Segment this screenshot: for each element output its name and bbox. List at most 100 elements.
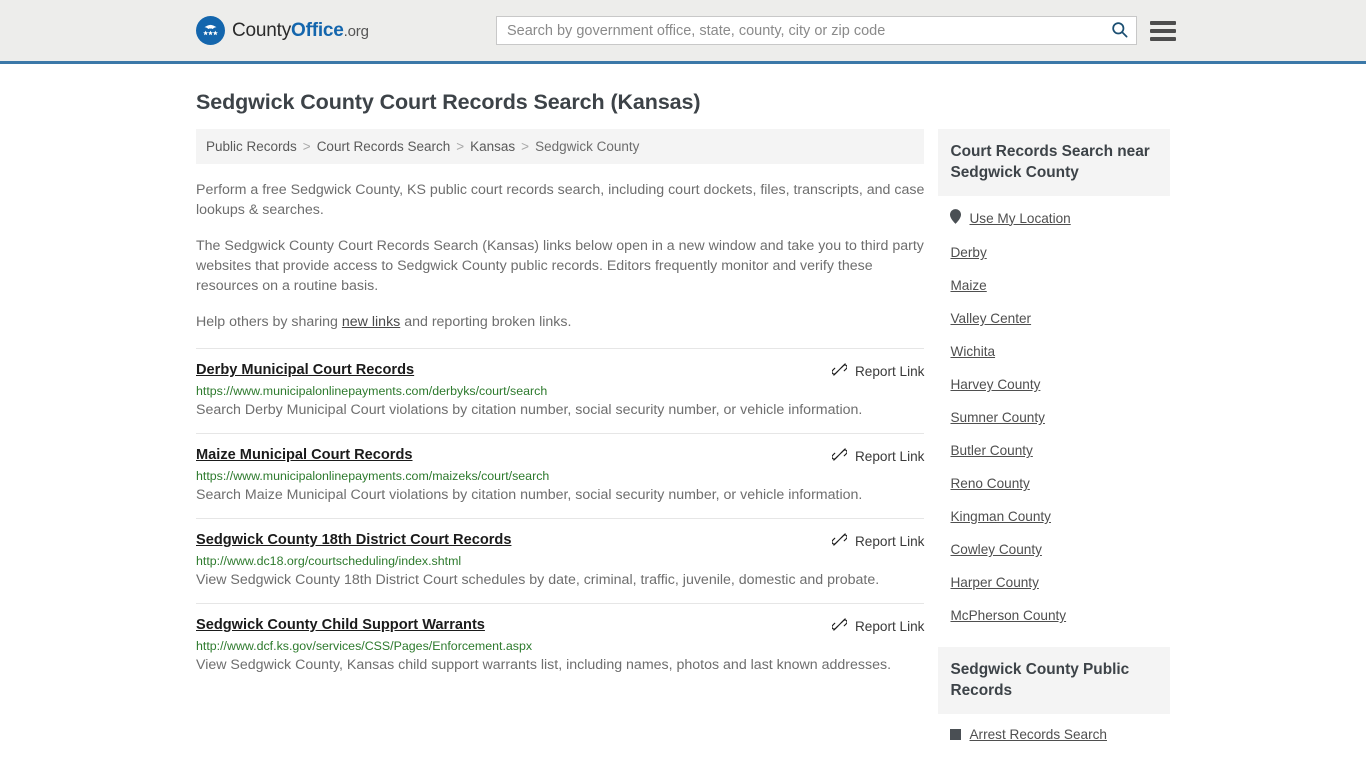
result-header: Maize Municipal Court Records Report Link — [196, 447, 924, 465]
result-title-link[interactable]: Derby Municipal Court Records — [196, 362, 414, 378]
sidebar-nearby-link[interactable]: Cowley County — [950, 542, 1041, 557]
breadcrumb-separator-2: > — [521, 139, 530, 154]
breadcrumb-item-2[interactable]: Kansas — [470, 139, 515, 154]
result-url[interactable]: https://www.municipalonlinepayments.com/… — [196, 384, 924, 398]
sidebar-nearby-link[interactable]: McPherson County — [950, 608, 1066, 623]
sidebar-item-nearby[interactable]: Wichita — [938, 335, 1170, 368]
breadcrumb-item-1[interactable]: Court Records Search — [317, 139, 451, 154]
sidebar-nearby-link[interactable]: Maize — [950, 278, 986, 293]
report-link-button[interactable]: Report Link — [812, 617, 925, 635]
result-title-link[interactable]: Sedgwick County Child Support Warrants — [196, 617, 485, 633]
site-logo[interactable]: CountyOffice.org — [196, 16, 369, 45]
result-title-link[interactable]: Maize Municipal Court Records — [196, 447, 413, 463]
result-description: Search Maize Municipal Court violations … — [196, 487, 863, 503]
result-title-link[interactable]: Sedgwick County 18th District Court Reco… — [196, 532, 511, 548]
sidebar-item-nearby[interactable]: Valley Center — [938, 302, 1170, 335]
report-link-label: Report Link — [854, 533, 925, 549]
sidebar-nearby-link[interactable]: Harper County — [950, 575, 1038, 590]
result-item: Derby Municipal Court Records Report Link… — [196, 348, 925, 433]
search-input[interactable] — [497, 17, 1102, 44]
sidebar-item-nearby[interactable]: Cowley County — [938, 533, 1170, 566]
site-logo-text: CountyOffice.org — [232, 20, 369, 42]
sidebar-item-nearby[interactable]: Maize — [938, 269, 1170, 302]
sidebar-item-nearby[interactable]: Sumner County — [938, 401, 1170, 434]
arrest-records-search-link[interactable]: Arrest Records Search — [969, 727, 1107, 742]
map-pin-icon — [950, 209, 962, 227]
sidebar: Court Records Search near Sedgwick Count… — [938, 129, 1170, 751]
logo-text-part3: .org — [343, 22, 369, 40]
sidebar-item-arrest-records-search[interactable]: Arrest Records Search — [938, 718, 1170, 751]
search-button[interactable] — [1102, 17, 1136, 44]
result-description: Search Derby Municipal Court violations … — [196, 402, 863, 418]
sidebar-item-nearby[interactable]: McPherson County — [938, 599, 1170, 632]
breadcrumb: Public Records > Court Records Search > … — [196, 129, 925, 164]
main-content: Public Records > Court Records Search > … — [196, 129, 925, 688]
use-my-location-link[interactable]: Use My Location — [969, 211, 1070, 226]
sidebar-nearby-link[interactable]: Butler County — [950, 443, 1032, 458]
sidebar-item-nearby[interactable]: Butler County — [938, 434, 1170, 467]
sidebar-nearby-link[interactable]: Derby — [950, 245, 986, 260]
breadcrumb-separator-1: > — [456, 139, 465, 154]
result-url[interactable]: https://www.municipalonlinepayments.com/… — [196, 469, 924, 483]
sidebar-nearby-link[interactable]: Harvey County — [950, 377, 1040, 392]
sidebar-item-nearby[interactable]: Reno County — [938, 467, 1170, 500]
sidebar-nearby-link[interactable]: Sumner County — [950, 410, 1044, 425]
report-link-button[interactable]: Report Link — [812, 532, 925, 550]
broken-link-icon — [831, 362, 848, 380]
report-link-label: Report Link — [854, 363, 925, 379]
intro-p3-after: and reporting broken links. — [400, 314, 572, 330]
eagle-shield-icon — [196, 16, 225, 45]
breadcrumb-separator-0: > — [302, 139, 311, 154]
content-columns: Public Records > Court Records Search > … — [196, 129, 1170, 751]
result-header: Derby Municipal Court Records Report Link — [196, 362, 924, 380]
sidebar-item-nearby[interactable]: Kingman County — [938, 500, 1170, 533]
intro-text: Perform a free Sedgwick County, KS publi… — [196, 164, 924, 332]
result-url[interactable]: http://www.dcf.ks.gov/services/CSS/Pages… — [196, 639, 924, 653]
broken-link-icon — [831, 447, 848, 465]
result-description: View Sedgwick County, Kansas child suppo… — [196, 657, 892, 673]
result-header: Sedgwick County Child Support Warrants Re… — [196, 617, 924, 635]
new-links-link[interactable]: new links — [342, 314, 400, 330]
sidebar-public-records-list: Arrest Records Search — [938, 714, 1170, 751]
sidebar-item-nearby[interactable]: Derby — [938, 236, 1170, 269]
hamburger-bar-1 — [1150, 20, 1176, 25]
report-link-label: Report Link — [854, 618, 925, 634]
intro-paragraph-3: Help others by sharing new links and rep… — [196, 312, 924, 332]
broken-link-icon — [831, 532, 848, 550]
result-item: Sedgwick County 18th District Court Reco… — [196, 518, 925, 603]
logo-text-part2: Office — [291, 19, 344, 41]
sidebar-nearby-link[interactable]: Kingman County — [950, 509, 1051, 524]
sidebar-item-use-my-location[interactable]: Use My Location — [938, 200, 1170, 236]
square-bullet-icon — [950, 729, 962, 740]
sidebar-nearby-link[interactable]: Reno County — [950, 476, 1029, 491]
report-link-label: Report Link — [854, 448, 925, 464]
search-icon — [1110, 20, 1129, 42]
hamburger-bar-3 — [1150, 36, 1176, 41]
result-header: Sedgwick County 18th District Court Reco… — [196, 532, 924, 550]
sidebar-nearby-links: Derby Maize Valley Center Wichita Harvey Cou… — [938, 236, 1170, 632]
hamburger-menu-icon[interactable] — [1150, 20, 1176, 41]
hamburger-bar-2 — [1150, 28, 1176, 33]
sidebar-nearby-heading: Court Records Search near Sedgwick Count… — [938, 129, 1170, 196]
site-header: CountyOffice.org — [0, 0, 1366, 64]
report-link-button[interactable]: Report Link — [812, 447, 925, 465]
result-item: Maize Municipal Court Records Report Link… — [196, 433, 925, 518]
search-bar[interactable] — [496, 16, 1137, 45]
page-container: Sedgwick County Court Records Search (Ka… — [0, 90, 1366, 751]
breadcrumb-item-0[interactable]: Public Records — [206, 139, 297, 154]
sidebar-item-nearby[interactable]: Harvey County — [938, 368, 1170, 401]
sidebar-nearby-link[interactable]: Valley Center — [950, 311, 1031, 326]
sidebar-public-records-heading: Sedgwick County Public Records — [938, 647, 1170, 714]
breadcrumb-item-3: Sedgwick County — [535, 139, 640, 154]
page-title: Sedgwick County Court Records Search (Ka… — [196, 90, 701, 114]
sidebar-nearby-link[interactable]: Wichita — [950, 344, 995, 359]
results-list: Derby Municipal Court Records Report Link… — [196, 348, 925, 688]
report-link-button[interactable]: Report Link — [812, 362, 925, 380]
intro-paragraph-2: The Sedgwick County Court Records Search… — [196, 238, 924, 294]
result-url[interactable]: http://www.dc18.org/courtscheduling/inde… — [196, 554, 924, 568]
result-item: Sedgwick County Child Support Warrants Re… — [196, 603, 925, 688]
broken-link-icon — [831, 617, 848, 635]
intro-paragraph-1: Perform a free Sedgwick County, KS publi… — [196, 182, 925, 218]
sidebar-item-nearby[interactable]: Harper County — [938, 566, 1170, 599]
